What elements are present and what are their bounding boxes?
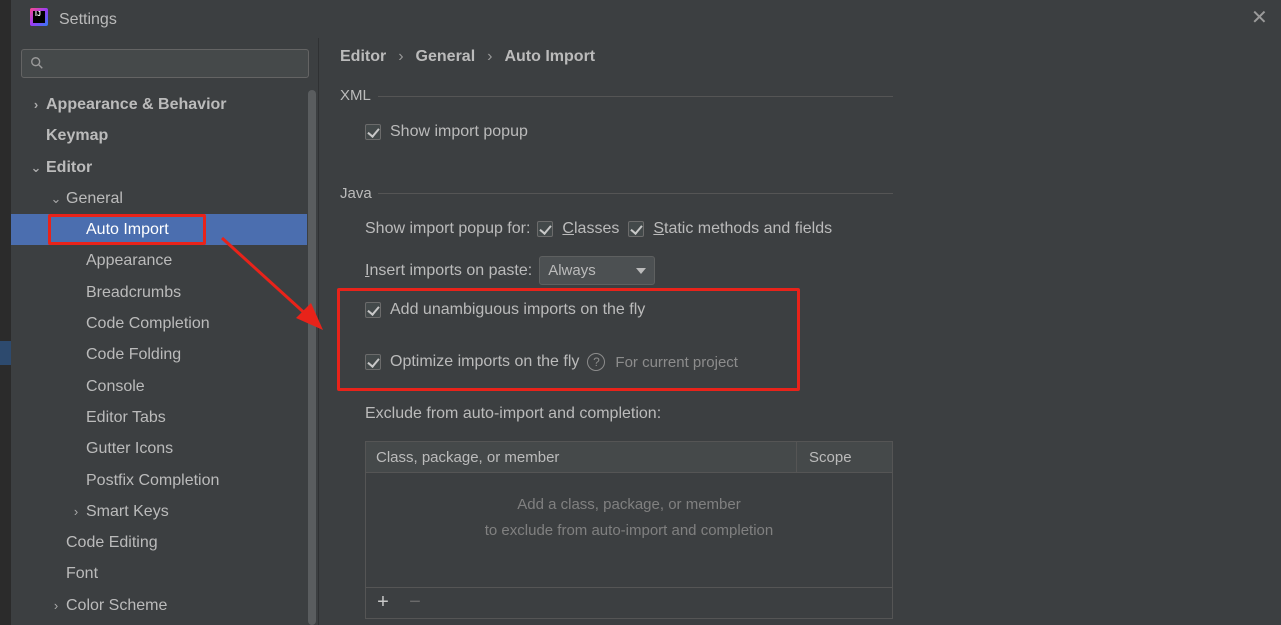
column-divider [796,442,797,473]
sidebar-item-appearance[interactable]: Appearance [11,245,307,276]
app-logo-icon: IJ [30,8,48,26]
optimize-imports-checkbox[interactable] [365,354,381,370]
sidebar-item-label: Gutter Icons [86,440,174,458]
java-show-popup-row: Show import popup for: Classes Static me… [365,220,832,238]
sidebar-item-console[interactable]: Console [11,371,307,402]
settings-sidebar: › Appearance & Behavior Keymap ⌄ Editor ⌄ Gene… [11,38,319,625]
help-icon[interactable]: ? [587,353,606,371]
search-icon [31,57,43,69]
background-window-strip [0,0,11,625]
sidebar-item-label: Auto Import [86,221,169,239]
sidebar-item-label: Keymap [46,127,109,145]
chevron-down-icon [636,267,647,274]
sidebar-item-color-scheme[interactable]: › Color Scheme [11,590,307,621]
sidebar-item-label: Breadcrumbs [86,283,182,301]
sidebar-item-label: Code Editing [66,534,158,552]
close-icon[interactable]: ✕ [1251,8,1268,28]
sidebar-item-label: Editor [46,158,93,176]
chevron-right-icon[interactable]: › [70,496,82,527]
search-input[interactable] [21,49,309,78]
sidebar-item-label: Editor Tabs [86,408,166,426]
java-group-title: Java [340,185,372,202]
exclude-label: Exclude from auto-import and completion: [365,405,662,422]
sidebar-item-font[interactable]: Font [11,558,307,589]
exclude-table-toolbar: + − [366,587,892,618]
breadcrumb-item: Editor [340,48,387,65]
breadcrumb-separator: › [487,48,493,65]
add-unambiguous-checkbox[interactable] [365,302,381,318]
settings-tree: › Appearance & Behavior Keymap ⌄ Editor ⌄ Gene… [11,89,307,621]
sidebar-item-general[interactable]: ⌄ General [11,183,307,214]
sidebar-item-label: Appearance & Behavior [46,96,227,113]
sidebar-item-label: Console [86,377,145,395]
sidebar-item-editor-tabs[interactable]: Editor Tabs [11,402,307,433]
empty-table-hint[interactable]: Add a class, package, or member [366,496,892,513]
insert-on-paste-value: Always [548,262,596,279]
background-selection [0,341,11,365]
xml-show-import-popup-row[interactable]: Show import popup [365,123,528,141]
optimize-imports-hint: For current project [615,353,738,371]
column-header-scope[interactable]: Scope [809,442,852,473]
java-insert-on-paste-row: Insert imports on paste: Always [365,256,656,285]
sidebar-item-label: Color Scheme [66,596,168,614]
sidebar-item-breadcrumbs[interactable]: Breadcrumbs [11,277,307,308]
breadcrumb-separator: › [398,48,404,65]
sidebar-item-code-editing[interactable]: Code Editing [11,527,307,558]
java-group-divider [378,193,893,194]
xml-group-title: XML [340,87,371,104]
xml-group-divider [378,96,893,97]
show-popup-for-label: Show import popup for: [365,220,531,237]
sidebar-item-label: Postfix Completion [86,471,220,489]
insert-on-paste-label: Insert imports on paste: [365,261,533,279]
static-methods-label[interactable]: Static methods and fields [653,220,832,238]
xml-show-import-popup-checkbox[interactable] [365,124,381,140]
sidebar-item-keymap[interactable]: Keymap [11,120,307,151]
chevron-down-icon[interactable]: ⌄ [30,152,42,183]
sidebar-item-label: Code Completion [86,315,210,333]
add-unambiguous-label: Add unambiguous imports on the fly [390,301,646,318]
sidebar-item-label: Code Folding [86,346,182,364]
sidebar-item-label: Appearance [86,252,173,270]
classes-checkbox[interactable] [537,221,554,237]
add-icon[interactable]: + [372,591,394,613]
sidebar-item-gutter-icons[interactable]: Gutter Icons [11,433,307,464]
chevron-right-icon[interactable]: › [50,590,62,621]
breadcrumb-item: Auto Import [504,48,596,65]
sidebar-item-appearance-behavior[interactable]: › Appearance & Behavior [11,89,307,120]
title-bar: IJ Settings ✕ [11,0,1281,38]
insert-on-paste-dropdown[interactable]: Always [539,256,656,285]
sidebar-item-label: Font [66,565,99,583]
column-header-member[interactable]: Class, package, or member [376,442,559,473]
sidebar-item-auto-import[interactable]: Auto Import [11,214,307,246]
chevron-right-icon[interactable]: › [30,89,42,120]
remove-icon[interactable]: − [404,591,426,613]
sidebar-item-code-folding[interactable]: Code Folding [11,339,307,370]
optimize-imports-row[interactable]: Optimize imports on the fly ? For curren… [365,353,738,371]
static-methods-checkbox[interactable] [628,221,645,237]
breadcrumb: Editor › General › Auto Import [340,48,595,66]
exclude-table-header: Class, package, or member Scope [366,442,892,473]
sidebar-item-smart-keys[interactable]: › Smart Keys [11,496,307,527]
classes-label[interactable]: Classes [562,220,619,238]
sidebar-scrollbar[interactable] [308,90,316,625]
window-title: Settings [59,11,117,28]
sidebar-item-label: Smart Keys [86,502,169,520]
sidebar-item-code-completion[interactable]: Code Completion [11,308,307,339]
add-unambiguous-row[interactable]: Add unambiguous imports on the fly [365,301,645,319]
breadcrumb-item: General [415,48,476,65]
settings-content: Editor › General › Auto Import XML Show impo… [320,38,1281,625]
optimize-imports-label: Optimize imports on the fly [390,353,580,370]
chevron-down-icon[interactable]: ⌄ [50,183,62,214]
exclude-table[interactable]: Class, package, or member Scope Add a cl… [365,441,893,619]
xml-show-import-popup-label: Show import popup [390,123,528,140]
sidebar-item-editor[interactable]: ⌄ Editor [11,152,307,183]
sidebar-item-postfix-completion[interactable]: Postfix Completion [11,465,307,496]
empty-table-hint-sub: to exclude from auto-import and completi… [484,522,774,539]
sidebar-item-label: General [66,189,123,207]
